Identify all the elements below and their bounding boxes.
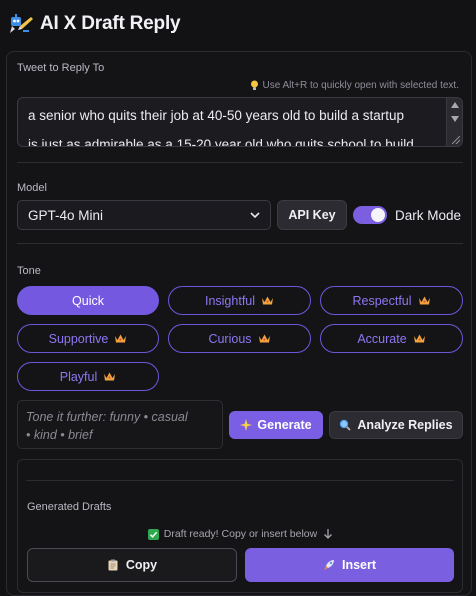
shortcut-hint: Use Alt+R to quickly open with selected …	[250, 80, 460, 91]
sparkle-icon	[240, 419, 253, 431]
tone-placeholder-line2: • kind • brief	[26, 428, 93, 442]
tone-refine-input[interactable]: Tone it further: funny • casual • kind •…	[17, 400, 223, 449]
draft-status-text: Draft ready! Copy or insert below	[163, 528, 318, 540]
copy-label: Copy	[125, 558, 158, 572]
tone-chip-label: Supportive	[48, 331, 109, 346]
tone-chip-label: Curious	[208, 331, 252, 346]
tone-chip-respectful[interactable]: Respectful	[320, 286, 463, 315]
analyze-replies-button[interactable]: Analyze Replies	[329, 411, 463, 439]
divider	[26, 480, 454, 481]
arrow-down-icon	[324, 529, 333, 539]
app-title: AI X Draft Reply	[40, 13, 181, 34]
tone-chip-quick[interactable]: Quick	[17, 286, 159, 315]
tone-chip-label: Accurate	[357, 331, 407, 346]
tone-chip-insightful[interactable]: Insightful	[168, 286, 311, 315]
tone-chip-label: Insightful	[204, 293, 256, 308]
crown-icon	[258, 334, 270, 343]
check-icon	[147, 528, 159, 540]
divider	[17, 162, 463, 163]
tone-label: Tone	[17, 265, 41, 277]
drafts-label: Generated Drafts	[27, 501, 112, 513]
insert-button[interactable]: Insert	[245, 548, 454, 582]
tone-chip-accurate[interactable]: Accurate	[320, 324, 463, 353]
copy-button[interactable]: Copy	[27, 548, 237, 582]
generate-label: Generate	[257, 418, 312, 432]
api-key-button[interactable]: API Key	[277, 200, 347, 230]
robot-pen-icon	[10, 14, 33, 33]
toggle-knob	[371, 208, 385, 222]
model-select[interactable]: GPT-4o Mini	[17, 200, 271, 230]
main-panel: Tweet to Reply To Use Alt+R to quickly o…	[6, 51, 472, 596]
shortcut-hint-text: Use Alt+R to quickly open with selected …	[262, 80, 460, 91]
drafts-section: Generated Drafts Draft ready! Copy or in…	[17, 459, 463, 593]
tone-chip-playful[interactable]: Playful	[17, 362, 159, 391]
insert-label: Insert	[341, 558, 377, 572]
crown-icon	[262, 296, 274, 305]
crown-icon	[104, 372, 116, 381]
tone-placeholder-line1: Tone it further: funny • casual	[26, 410, 188, 424]
divider	[17, 243, 463, 244]
tone-chip-supportive[interactable]: Supportive	[17, 324, 159, 353]
tweet-label: Tweet to Reply To	[17, 62, 105, 74]
search-icon	[340, 419, 352, 431]
tweet-text-line2: is just as admirable as a 15-20 year old…	[28, 137, 414, 147]
tone-chip-label: Quick	[72, 293, 104, 308]
clipboard-icon	[108, 559, 118, 571]
tone-chip-label: Respectful	[352, 293, 412, 308]
model-label: Model	[17, 182, 47, 194]
crown-icon	[413, 334, 425, 343]
scroll-up-arrow-icon[interactable]	[451, 102, 459, 108]
tone-chip-label: Playful	[59, 369, 98, 384]
crown-icon	[115, 334, 127, 343]
scroll-down-arrow-icon[interactable]	[451, 116, 459, 122]
chevron-down-icon	[250, 212, 260, 218]
app-header: AI X Draft Reply	[0, 0, 476, 48]
crown-icon	[418, 296, 430, 305]
dark-mode-toggle[interactable]	[353, 206, 387, 224]
resize-grip-icon[interactable]	[452, 136, 460, 144]
tweet-textarea[interactable]: a senior who quits their job at 40-50 ye…	[17, 97, 463, 147]
generate-button[interactable]: Generate	[229, 411, 323, 439]
tone-chip-curious[interactable]: Curious	[168, 324, 311, 353]
lightbulb-icon	[250, 80, 258, 90]
tweet-text-line1: a senior who quits their job at 40-50 ye…	[28, 108, 404, 123]
draft-status: Draft ready! Copy or insert below	[18, 528, 464, 540]
dark-mode-label: Dark Mode	[395, 208, 462, 223]
analyze-label: Analyze Replies	[357, 418, 453, 432]
rocket-icon	[323, 560, 334, 570]
model-selected-value: GPT-4o Mini	[28, 207, 104, 223]
